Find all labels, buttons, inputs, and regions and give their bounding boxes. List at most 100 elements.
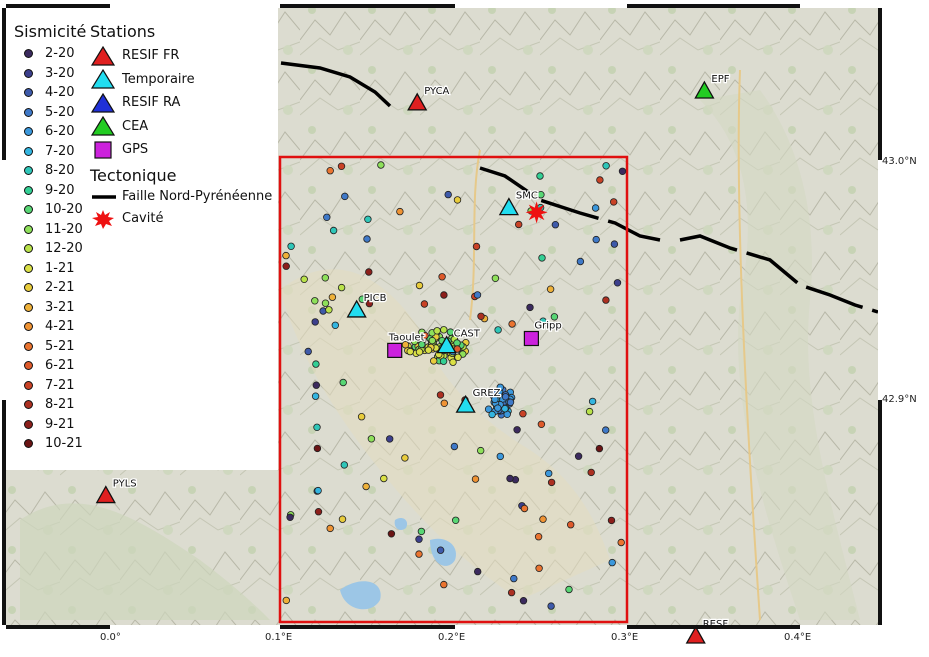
station-legend-label: GPS (122, 142, 149, 158)
earthquake-dot (331, 321, 339, 329)
station-legend-item: RESIF FR (90, 44, 280, 68)
seismicity-dot-icon (24, 244, 33, 254)
stations-legend-list: RESIF FR Temporaire RESIF RA CEA GPS (90, 44, 280, 162)
seismicity-dot-icon (24, 107, 33, 117)
seismicity-dot-icon (24, 166, 33, 176)
earthquake-dot (328, 293, 337, 301)
seismicity-dot-icon (24, 380, 33, 390)
earthquake-dot (513, 426, 521, 434)
earthquake-dot (602, 426, 610, 434)
seismicity-legend-label: 4-20 (45, 85, 75, 101)
earthquake-dot (401, 454, 409, 462)
seismicity-legend-label: 4-21 (45, 319, 75, 335)
seismicity-legend-item: 12-20 (14, 239, 84, 259)
cyan-triangle-icon (90, 69, 116, 89)
fault-legend-label: Faille Nord-Pyrénéenne (122, 189, 273, 204)
earthquake-dot (607, 516, 616, 525)
earthquake-dot (325, 306, 333, 314)
earthquake-dot (286, 513, 294, 521)
earthquake-dot (608, 558, 616, 567)
lon-tick-label: 0.4°E (784, 632, 812, 643)
red-triangle-icon (90, 45, 116, 66)
earthquake-dot (321, 274, 329, 282)
earthquake-dot (545, 469, 553, 478)
seismicity-dot-icon (24, 127, 33, 137)
seismicity-legend-item: 10-21 (14, 434, 84, 454)
earthquake-dot (585, 407, 594, 416)
seismicity-legend-item: 3-20 (14, 64, 84, 84)
earthquake-dot (537, 190, 545, 199)
earthquake-dot (526, 303, 534, 312)
earthquake-dot (430, 357, 438, 365)
seismicity-legend-label: 8-20 (45, 163, 75, 179)
seismicity-legend-item: 9-21 (14, 415, 84, 435)
earthquake-dot (312, 360, 320, 368)
earthquake-dot (386, 435, 394, 443)
station-legend-label: Temporaire (122, 71, 195, 87)
earthquake-dot (515, 220, 523, 229)
earthquake-dot (282, 596, 290, 605)
earthquake-dot (363, 235, 371, 243)
earthquake-dot (433, 327, 441, 335)
earthquake-dot (587, 468, 595, 477)
earthquake-dot (311, 392, 320, 400)
earthquake-dot (339, 378, 347, 387)
earthquake-dot (547, 602, 555, 610)
earthquake-dot (365, 268, 373, 276)
seismicity-legend-item: 10-20 (14, 200, 84, 220)
seismicity-dot-icon (24, 400, 33, 410)
red-star-burst-icon (92, 209, 114, 229)
fault-line-icon (92, 194, 116, 199)
earthquake-dot (287, 242, 295, 250)
earthquake-dot (341, 192, 349, 201)
earthquake-dot (282, 251, 290, 260)
earthquake-dot (323, 213, 331, 221)
earthquake-dot (488, 410, 496, 419)
earthquake-dot (535, 564, 543, 572)
earthquake-dot (415, 550, 423, 558)
earthquake-dot (613, 279, 622, 287)
earthquake-dot (424, 346, 433, 354)
seismicity-dot-icon (24, 322, 33, 332)
earthquake-dot (491, 274, 500, 282)
earthquake-dot (454, 353, 462, 361)
seismicity-legend-label: 5-21 (45, 338, 75, 354)
earthquake-dot (474, 567, 482, 576)
seismicity-legend-list: 2-20 3-20 4-20 5-20 6-20 7-20 8-20 9-20 10-20 11-… (14, 44, 84, 454)
earthquake-dot (551, 220, 560, 229)
station-legend-label: RESIF RA (122, 95, 181, 111)
earthquake-dot (537, 420, 546, 428)
earthquake-dot (547, 478, 556, 487)
lon-tick-label: 0.3°E (611, 632, 639, 643)
earthquake-dot (617, 538, 625, 547)
earthquake-dot (326, 166, 334, 175)
earthquake-dot (314, 508, 323, 516)
gps-marker-gripp (523, 330, 539, 347)
station-legend-item: Temporaire (90, 68, 280, 92)
earthquake-dot (438, 273, 446, 281)
earthquake-dot (436, 546, 445, 554)
earthquake-dot (314, 486, 322, 495)
earthquake-dot (311, 318, 319, 326)
stations-legend: Stations RESIF FR Temporaire RESIF RA CEA GP… (90, 22, 280, 230)
seismicity-legend-label: 7-21 (45, 377, 75, 393)
earthquake-dot (440, 291, 448, 299)
seismicity-legend-item: 8-21 (14, 395, 84, 415)
earthquake-dot (453, 196, 462, 204)
earthquake-dot (337, 283, 346, 292)
seismicity-dot-icon (24, 205, 33, 215)
seismicity-legend-item: 4-21 (14, 317, 84, 337)
seismicity-legend-label: 9-21 (45, 416, 75, 432)
earthquake-dot (610, 240, 619, 248)
earthquake-dot (538, 254, 546, 262)
earthquake-dot (494, 404, 502, 412)
earthquake-dot (387, 530, 396, 538)
earthquake-dot (452, 516, 460, 524)
station-label: PYLS (113, 479, 137, 490)
station-label: CAST (454, 329, 481, 340)
seismicity-dot-icon (24, 88, 33, 98)
earthquake-dot (507, 588, 516, 597)
gps-label: Taoulet (388, 332, 425, 343)
earthquake-dot (596, 176, 604, 184)
station-label: SMC (516, 191, 538, 202)
